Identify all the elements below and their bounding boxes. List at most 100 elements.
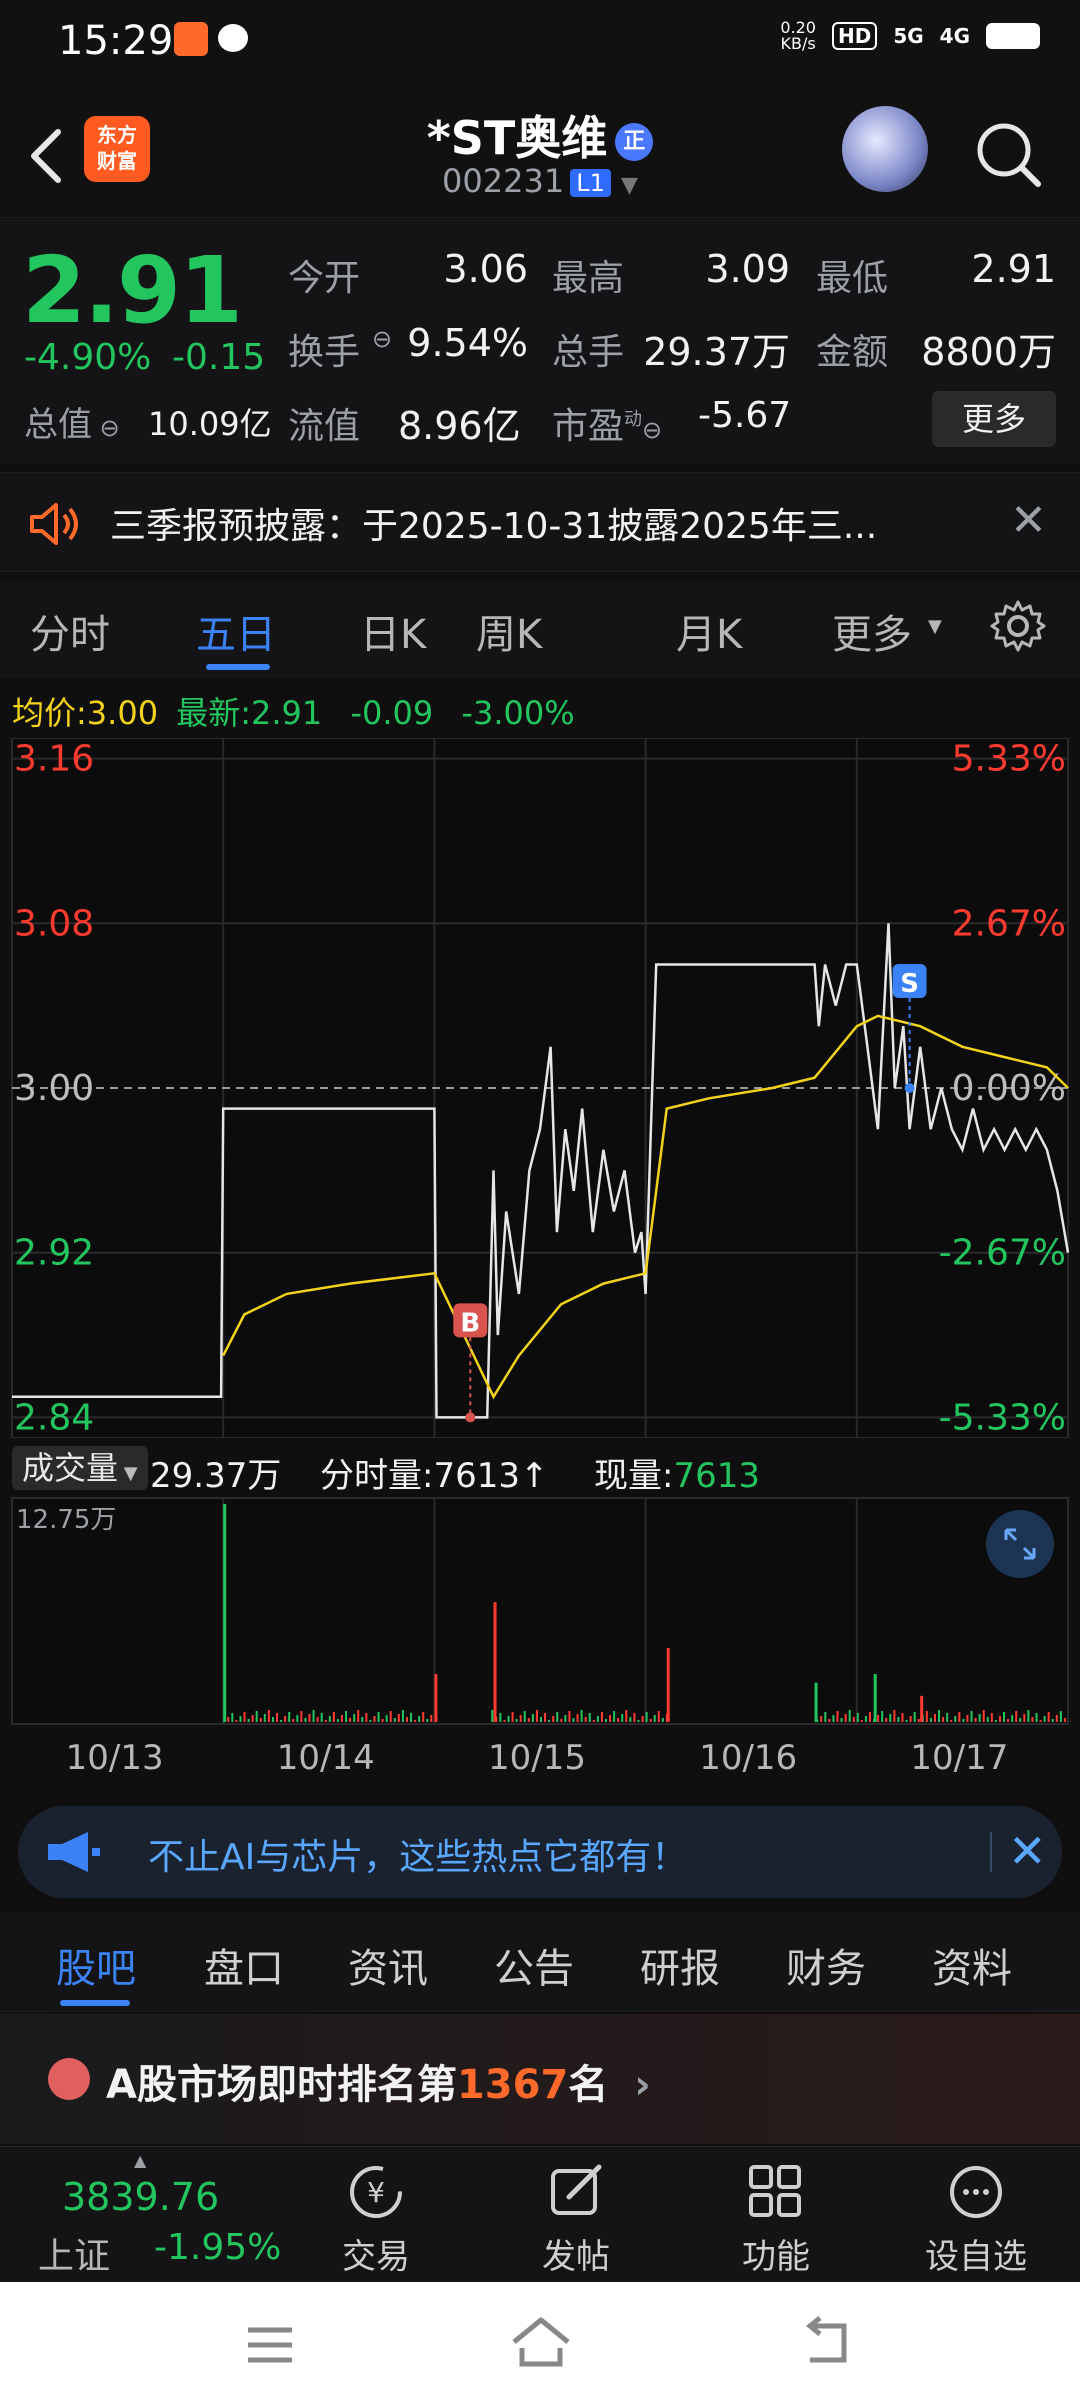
latest-value: 2.91 — [251, 694, 323, 732]
volume-spike — [223, 1504, 227, 1722]
notice-bar[interactable]: 三季报预披露：于2025-10-31披露2025年三... ✕ — [0, 472, 1080, 572]
volume-frame — [11, 1497, 1069, 1725]
back-nav-icon[interactable] — [796, 2312, 856, 2372]
info-tab[interactable]: 财务 — [786, 1936, 866, 1994]
chart-tab[interactable]: 分时 — [30, 602, 110, 660]
volume-bar — [1019, 1718, 1022, 1722]
back-button[interactable] — [20, 116, 80, 196]
volume-bar — [962, 1719, 965, 1722]
volume-bar — [284, 1716, 287, 1722]
info-tab[interactable]: 股吧 — [56, 1936, 136, 1994]
change-amount: -0.15 — [172, 337, 266, 378]
volume-spike — [920, 1695, 924, 1722]
volume-bar — [584, 1717, 587, 1722]
chevron-right-icon: › — [634, 2062, 651, 2108]
divider — [990, 1832, 992, 1872]
active-tab-indicator — [60, 2000, 130, 2006]
ai-assistant-avatar[interactable] — [842, 106, 928, 192]
volume-bar — [893, 1710, 896, 1722]
volume-bar — [938, 1710, 941, 1722]
volume-bar — [864, 1716, 867, 1722]
index-value[interactable]: 3839.76 — [62, 2175, 219, 2219]
svg-text:¥: ¥ — [367, 2176, 385, 2209]
notification-app-icon — [174, 22, 208, 56]
message-icon — [218, 24, 248, 52]
volume-bar — [267, 1710, 270, 1722]
info-icon[interactable]: ⊖ — [642, 416, 662, 444]
info-icon[interactable]: ⊖ — [92, 414, 120, 442]
close-icon[interactable]: ✕ — [1010, 495, 1047, 546]
menu-icon[interactable] — [240, 2318, 300, 2372]
status-bar: 15:29 0.20 KB/s HD 5G 4G — [0, 0, 1080, 86]
minute-volume: 分时量:7613↑ — [320, 1448, 549, 1497]
settings-gear-icon[interactable] — [990, 598, 1046, 654]
volume-bar — [1027, 1710, 1030, 1722]
stock-code[interactable]: 002231 L1 ▼ — [360, 162, 720, 200]
volume-bar — [966, 1715, 969, 1722]
chart-tab[interactable]: 五日 — [196, 602, 276, 660]
volume-bar — [942, 1717, 945, 1722]
search-button[interactable] — [970, 116, 1050, 196]
notice-text: 三季报预披露：于2025-10-31披露2025年三... — [110, 506, 878, 547]
volume-bar — [312, 1710, 315, 1722]
post-button[interactable]: 发帖 — [516, 2161, 636, 2278]
volume-bar — [617, 1718, 620, 1722]
pe-label: 市盈动⊖ — [552, 397, 662, 449]
volume-chart[interactable]: 12.75万 — [0, 1496, 1080, 1726]
info-tab[interactable]: 公告 — [494, 1936, 574, 1994]
five-day-price-chart[interactable]: 3.16 5.33% 3.08 2.67% 3.00 0.00% 2.92 -2.67% 2.8… — [0, 738, 1080, 1438]
close-icon[interactable]: ✕ — [1008, 1824, 1047, 1878]
date-tick: 10/16 — [699, 1738, 798, 1778]
caret-down-icon: ▼ — [621, 173, 638, 198]
volume-indicator-select[interactable]: 成交量 ▼ — [12, 1446, 148, 1490]
info-icon[interactable]: ⊖ — [372, 325, 392, 353]
volume-bar — [889, 1714, 892, 1722]
info-tab[interactable]: 资料 — [932, 1936, 1012, 1994]
date-tick: 10/17 — [910, 1738, 1009, 1778]
chart-tab[interactable]: 月K — [676, 602, 742, 660]
current-volume-value: 7613 — [673, 1456, 760, 1496]
volume-bar — [820, 1716, 823, 1722]
index-name: 上证 — [38, 2236, 111, 2277]
more-quote-button[interactable]: 更多 — [932, 391, 1056, 447]
volume-bar — [397, 1714, 400, 1722]
float-cap-value: 8.96亿 — [398, 404, 521, 448]
volume-bar — [824, 1712, 827, 1722]
volume-bar — [633, 1713, 636, 1722]
ranking-banner[interactable]: A股市场即时排名第1367名 › — [0, 2014, 1080, 2144]
volume-bar — [276, 1713, 278, 1722]
volume-bar — [982, 1710, 985, 1722]
expand-up-icon[interactable]: ▲ — [134, 2151, 146, 2170]
home-icon[interactable] — [508, 2312, 574, 2372]
volume-bar — [661, 1718, 664, 1722]
quote-value: 2.91 — [971, 247, 1056, 291]
volume-bar — [954, 1716, 957, 1722]
features-button[interactable]: 功能 — [716, 2161, 836, 2278]
signal-5g-icon: 5G — [893, 24, 924, 48]
features-label: 功能 — [742, 2237, 810, 2277]
y-tick-right: 0.00% — [952, 1068, 1066, 1109]
app-logo[interactable]: 东方 财富 — [84, 116, 150, 182]
volume-bar — [353, 1714, 356, 1722]
promo-banner[interactable]: 不止AI与芯片，这些热点它都有！ ✕ — [18, 1806, 1062, 1898]
volume-select-label: 成交量 — [22, 1449, 119, 1487]
volume-bar — [247, 1719, 250, 1722]
status-icons: 0.20 KB/s HD 5G 4G — [780, 20, 1040, 52]
volume-bar — [978, 1714, 981, 1722]
trade-button[interactable]: ¥ 交易 — [316, 2161, 436, 2278]
chart-tab[interactable]: 周K — [476, 602, 542, 660]
stock-name: *ST奥维正 — [360, 102, 720, 168]
info-tab[interactable]: 研报 — [640, 1936, 720, 1994]
info-tab[interactable]: 资讯 — [348, 1936, 428, 1994]
volume-bar — [994, 1720, 997, 1722]
volume-bar — [389, 1711, 392, 1722]
chart-tab[interactable]: 日K — [360, 602, 426, 660]
y-tick-right: 5.33% — [952, 739, 1066, 780]
chart-tab[interactable]: 更多 — [832, 602, 912, 660]
add-watchlist-button[interactable]: 设自选 — [916, 2161, 1036, 2278]
volume-bar — [320, 1713, 323, 1722]
stock-name-text: *ST奥维 — [426, 111, 608, 165]
volume-bar — [986, 1717, 989, 1722]
info-tab[interactable]: 盘口 — [204, 1936, 284, 1994]
volume-bar — [328, 1716, 331, 1722]
